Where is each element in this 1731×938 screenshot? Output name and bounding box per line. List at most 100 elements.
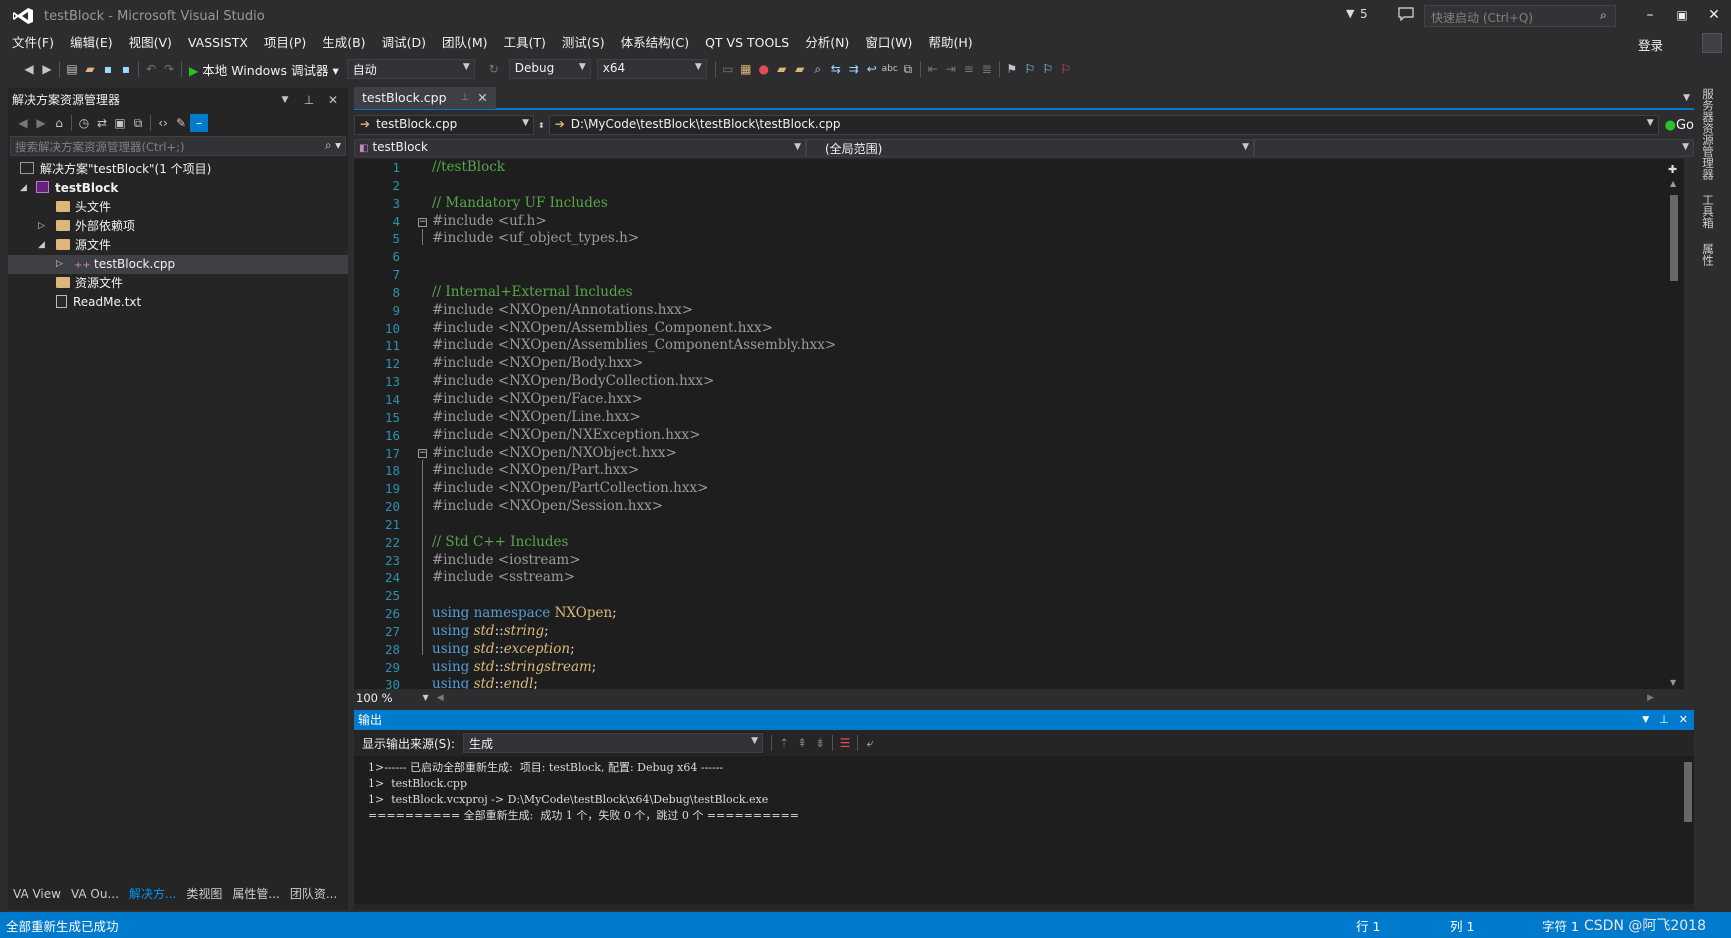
menu-team[interactable]: 团队(M): [434, 32, 496, 54]
tab-toolbox[interactable]: 工具箱: [1700, 194, 1716, 229]
find-message-icon[interactable]: ⇡: [775, 734, 793, 752]
scroll-right-icon[interactable]: ▶: [1647, 693, 1654, 703]
fold-icon[interactable]: −: [418, 218, 427, 227]
va-icon-7[interactable]: ⧉: [899, 60, 917, 78]
search-icon[interactable]: ⌕ ▾: [325, 138, 341, 153]
save-icon[interactable]: ▪: [99, 60, 117, 78]
show-all-files-icon[interactable]: ⧉: [129, 114, 147, 132]
pin-icon[interactable]: ⊥: [1659, 710, 1669, 730]
va-file-select[interactable]: ➔ testBlock.cpp ▼: [354, 115, 534, 135]
history-icon[interactable]: ◷: [75, 114, 93, 132]
menu-tools[interactable]: 工具(T): [496, 32, 554, 54]
configuration-select[interactable]: Debug ▼: [508, 59, 591, 79]
view-code-icon[interactable]: ‹›: [154, 114, 172, 132]
tab-team-explorer[interactable]: 团队资...: [285, 882, 342, 906]
output-scrollbar-thumb[interactable]: [1684, 762, 1692, 822]
platform-select[interactable]: x64 ▼: [596, 59, 707, 79]
comment-icon[interactable]: ≡: [960, 60, 978, 78]
fold-icon[interactable]: −: [418, 449, 427, 458]
sync-icon[interactable]: ⇄: [93, 114, 111, 132]
menu-build[interactable]: 生成(B): [314, 32, 373, 54]
close-icon[interactable]: ✕: [1679, 710, 1688, 730]
va-icon-5[interactable]: ⇉: [845, 60, 863, 78]
menu-file[interactable]: 文件(F): [4, 32, 62, 54]
redo-icon[interactable]: ↷: [160, 60, 178, 78]
va-icon-4[interactable]: ⇆: [827, 60, 845, 78]
output-source-select[interactable]: 生成 ▼: [463, 733, 764, 753]
back-icon[interactable]: ◀: [20, 60, 38, 78]
filter-icon[interactable]: ▼: [1346, 7, 1354, 20]
close-icon[interactable]: ✕: [477, 87, 487, 109]
next-message-icon[interactable]: ⇟: [811, 734, 829, 752]
tab-property-manager[interactable]: 属性管...: [227, 882, 284, 906]
uncomment-icon[interactable]: ≣: [978, 60, 996, 78]
tab-testblock-cpp[interactable]: testBlock.cpp ⊥ ✕: [354, 87, 496, 109]
member-select[interactable]: ▼: [1254, 139, 1694, 157]
tree-item-readme[interactable]: ReadMe.txt: [8, 293, 348, 312]
global-scope-select[interactable]: (全局范围) ▼: [806, 139, 1254, 157]
menu-view[interactable]: 视图(V): [121, 32, 180, 54]
search-icon[interactable]: ⌕: [1600, 8, 1607, 23]
output-text[interactable]: 1>------ 已启动全部重新生成: 项目: testBlock, 配置: D…: [354, 756, 1694, 904]
maximize-button[interactable]: ▣: [1668, 4, 1696, 26]
home-icon[interactable]: ⌂: [50, 114, 68, 132]
feedback-icon[interactable]: [1398, 7, 1414, 21]
collapse-all-icon[interactable]: ▣: [111, 114, 129, 132]
zoom-level[interactable]: 100 %: [354, 691, 393, 705]
scroll-up-icon[interactable]: ▲: [1670, 179, 1676, 188]
menu-project[interactable]: 项目(P): [256, 32, 314, 54]
spin-icon[interactable]: ⬍: [538, 121, 545, 130]
undo-icon[interactable]: ↶: [142, 60, 160, 78]
go-button[interactable]: ●Go: [1665, 118, 1694, 133]
tab-va-view[interactable]: VA View: [8, 882, 66, 906]
spell-check-icon[interactable]: abc: [881, 60, 899, 78]
debug-mode-select[interactable]: 自动 ▼: [346, 59, 475, 79]
collapsed-icon[interactable]: ▷: [56, 255, 63, 274]
close-icon[interactable]: ✕: [324, 91, 342, 109]
new-project-icon[interactable]: ▤: [63, 60, 81, 78]
project-scope-select[interactable]: ◧ testBlock ▼: [354, 139, 806, 157]
word-wrap-icon[interactable]: ⤶: [861, 734, 879, 752]
tree-item-source-files[interactable]: ◢ 源文件: [8, 236, 348, 255]
close-button[interactable]: ✕: [1700, 4, 1728, 26]
va-icon-1[interactable]: ●: [755, 60, 773, 78]
expanded-icon[interactable]: ◢: [38, 236, 45, 255]
menu-help[interactable]: 帮助(H): [920, 32, 980, 54]
split-icon[interactable]: ✚: [1668, 163, 1677, 176]
solution-search-input[interactable]: 搜索解决方案资源管理器(Ctrl+;) ⌕ ▾: [10, 136, 346, 156]
menu-architecture[interactable]: 体系结构(C): [613, 32, 697, 54]
scrollbar-thumb[interactable]: [1670, 195, 1678, 281]
open-file-icon[interactable]: ▰: [81, 60, 99, 78]
start-debugging-button[interactable]: ▶ 本地 Windows 调试器 ▾: [185, 60, 343, 79]
forward-icon[interactable]: ▶: [32, 114, 50, 132]
bookmark-icon[interactable]: ⚑: [1003, 60, 1021, 78]
menu-vassistx[interactable]: VASSISTX: [180, 32, 256, 54]
attach-icon[interactable]: ▭: [719, 60, 737, 78]
next-bookmark-icon[interactable]: ⚐: [1039, 60, 1057, 78]
collapsed-icon[interactable]: ▷: [38, 217, 45, 236]
outdent-icon[interactable]: ⇥: [942, 60, 960, 78]
chevron-down-icon[interactable]: ▼: [1642, 710, 1649, 730]
forward-icon[interactable]: ▶: [38, 60, 56, 78]
tree-item-external-deps[interactable]: ▷ 外部依赖项: [8, 217, 348, 236]
editor-vertical-scrollbar[interactable]: ✚ ▲ ▼: [1664, 159, 1684, 689]
va-icon-6[interactable]: ↩: [863, 60, 881, 78]
find-in-files-icon[interactable]: ▦: [737, 60, 755, 78]
back-icon[interactable]: ◀: [14, 114, 32, 132]
prev-bookmark-icon[interactable]: ⚐: [1021, 60, 1039, 78]
save-all-icon[interactable]: ▪: [117, 60, 135, 78]
clear-bookmarks-icon[interactable]: ⚐: [1057, 60, 1075, 78]
tree-item-resource-files[interactable]: 资源文件: [8, 274, 348, 293]
chevron-down-icon[interactable]: ▼: [1683, 93, 1694, 103]
expanded-icon[interactable]: ◢: [20, 179, 27, 198]
tab-solution-explorer[interactable]: 解决方...: [124, 882, 181, 906]
va-icon-2[interactable]: ▰: [773, 60, 791, 78]
notification-count[interactable]: 5: [1360, 7, 1368, 21]
menu-edit[interactable]: 编辑(E): [62, 32, 121, 54]
preview-icon[interactable]: –: [190, 114, 208, 132]
va-icon-3[interactable]: ▰: [791, 60, 809, 78]
quick-launch-input[interactable]: 快速启动 (Ctrl+Q): [1424, 5, 1616, 27]
user-avatar-icon[interactable]: [1702, 33, 1722, 53]
va-path-select[interactable]: ➔ D:\MyCode\testBlock\testBlock\testBlock…: [548, 115, 1659, 135]
code-editor[interactable]: 1 2 3 4 5 6 7 8 9 10 11 12 13 14 15 16 17 18 19 20 21 22 23 24 2…: [354, 159, 1684, 689]
